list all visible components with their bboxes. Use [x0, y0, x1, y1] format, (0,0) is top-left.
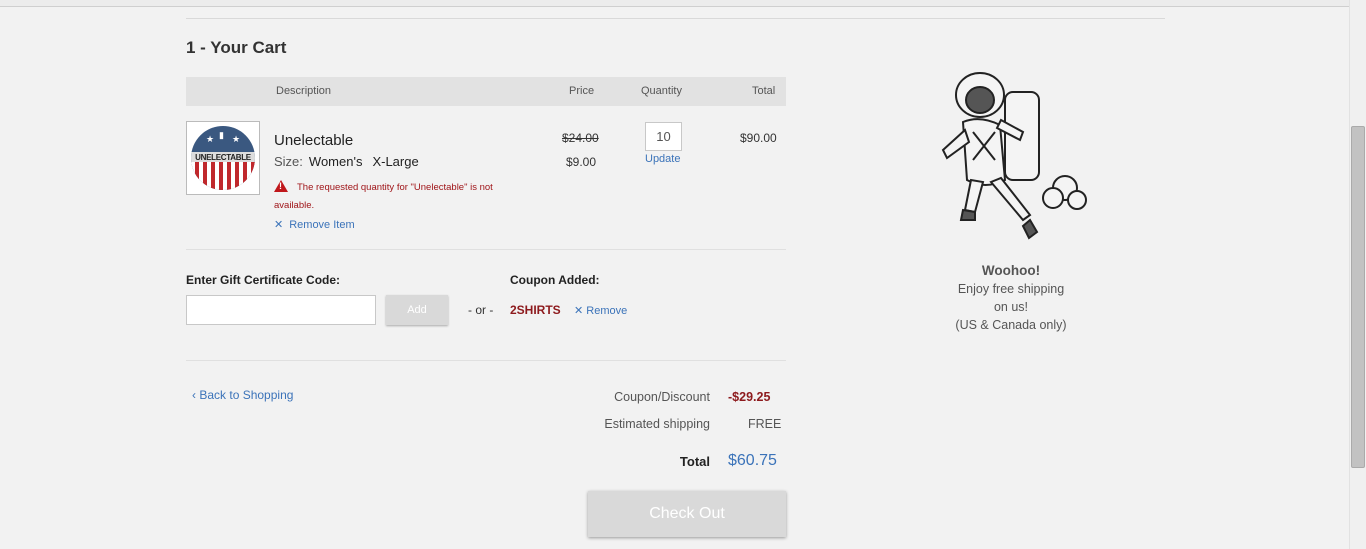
- update-link[interactable]: Update: [645, 153, 680, 165]
- top-divider: [186, 18, 1165, 19]
- close-icon: ✕: [274, 219, 284, 231]
- order-total-value: $60.75: [728, 452, 777, 469]
- divider: [186, 249, 786, 250]
- coupon-label: Coupon Added:: [510, 273, 600, 287]
- item-size: Size: Women's X-Large: [274, 154, 419, 169]
- jetpack-mascot-image: [941, 72, 1087, 240]
- discount-label: Coupon/Discount: [614, 390, 710, 404]
- or-separator: - or -: [468, 303, 494, 317]
- browser-top-edge: [0, 0, 1366, 7]
- line-total: $90.00: [740, 131, 777, 145]
- header-price: Price: [569, 85, 595, 97]
- star-icon: ★: [232, 134, 241, 144]
- divider: [186, 360, 786, 361]
- gift-certificate-input[interactable]: [186, 295, 376, 325]
- remove-coupon-label: Remove: [586, 305, 628, 317]
- sale-price: $9.00: [566, 155, 597, 169]
- cart-table-header: Description Price Quantity Total: [186, 77, 786, 106]
- coupon-code: 2SHIRTS: [510, 303, 561, 317]
- back-label: Back to Shopping: [199, 388, 294, 402]
- product-thumbnail[interactable]: ★ ▮ ★ UNELECTABLE: [186, 121, 260, 195]
- back-to-shopping-link[interactable]: ‹ Back to Shopping: [192, 388, 293, 402]
- quantity-input[interactable]: [645, 122, 682, 151]
- size-label: Size:: [274, 154, 303, 169]
- size-value: X-Large: [372, 154, 419, 169]
- quantity-warning: The requested quantity for "Unelectable"…: [274, 182, 493, 211]
- badge-stripes: [191, 162, 255, 190]
- product-badge-image: ★ ▮ ★ UNELECTABLE: [191, 126, 255, 190]
- item-name[interactable]: Unelectable: [274, 132, 353, 149]
- size-gender: Women's: [308, 154, 363, 169]
- star-icon: ▮: [219, 130, 224, 140]
- shipping-label: Estimated shipping: [604, 417, 710, 431]
- promo-line-1: Enjoy free shipping: [957, 282, 1065, 296]
- checkout-button[interactable]: Check Out: [588, 491, 786, 537]
- scrollbar-thumb[interactable]: [1351, 126, 1365, 468]
- gift-certificate-label: Enter Gift Certificate Code:: [186, 273, 341, 287]
- promo-headline: Woohoo!: [981, 263, 1041, 278]
- order-total-label: Total: [679, 454, 710, 469]
- remove-coupon-link[interactable]: ✕ Remove: [574, 304, 627, 317]
- original-price: $24.00: [562, 131, 599, 145]
- add-gift-button[interactable]: Add: [386, 295, 448, 325]
- discount-value: -$29.25: [728, 390, 771, 404]
- header-quantity: Quantity: [641, 85, 682, 97]
- promo-line-3: (US & Canada only): [955, 318, 1067, 332]
- header-total: Total: [752, 85, 776, 97]
- close-icon: ✕: [574, 305, 587, 317]
- page-title: 1 - Your Cart: [186, 38, 287, 57]
- free-shipping-promo: Woohoo! Enjoy free shipping on us! (US &…: [935, 262, 1087, 334]
- header-description: Description: [276, 85, 332, 97]
- promo-line-2: on us!: [993, 300, 1029, 314]
- remove-item-link[interactable]: ✕ Remove Item: [274, 218, 355, 231]
- remove-item-label: Remove Item: [289, 219, 355, 231]
- star-icon: ★: [206, 134, 215, 144]
- shipping-value: FREE: [748, 417, 782, 431]
